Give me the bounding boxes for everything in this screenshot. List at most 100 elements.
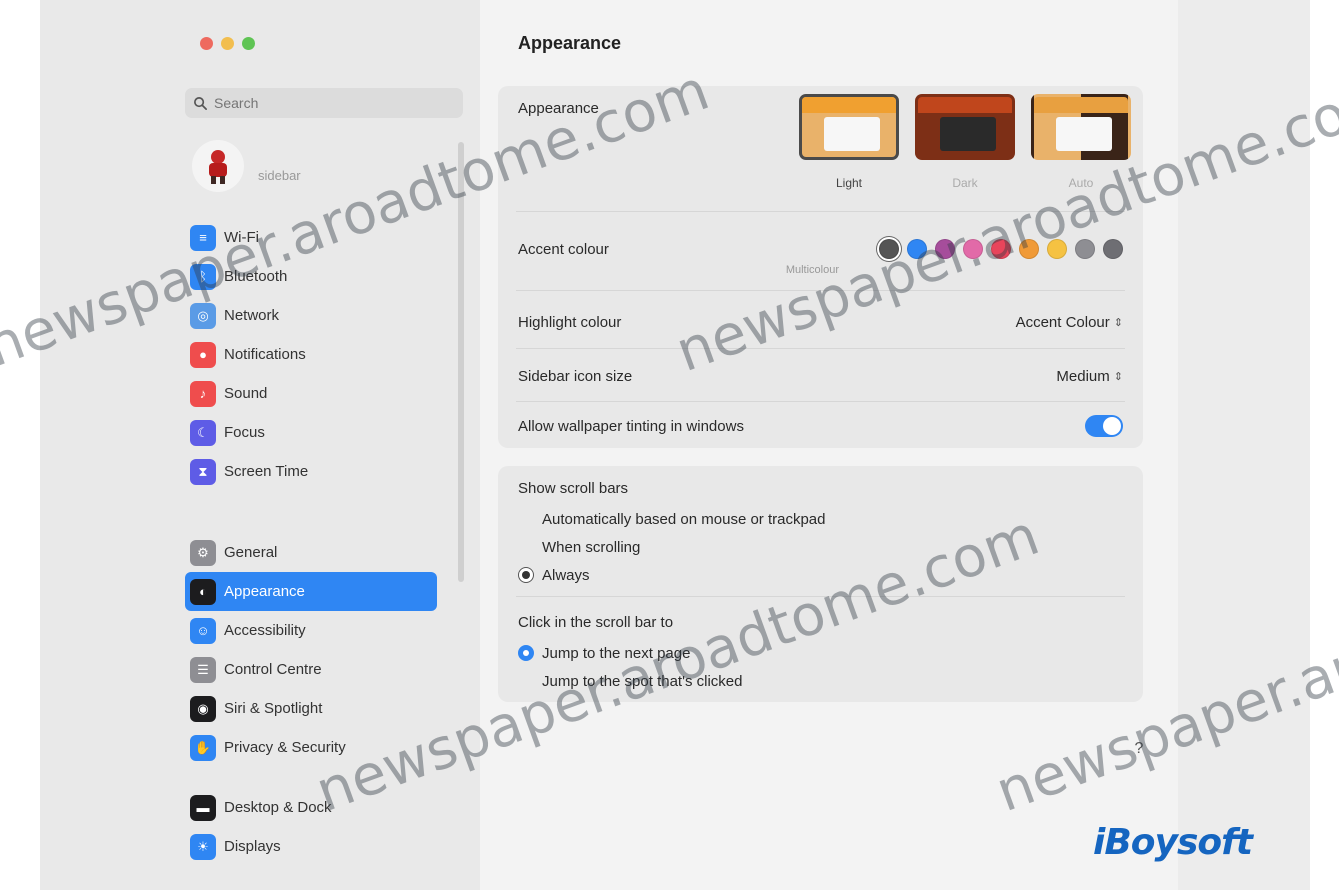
theme-thumbnail xyxy=(1031,94,1131,160)
background-left xyxy=(0,0,40,890)
scroll-bars-option[interactable]: Automatically based on mouse or trackpad xyxy=(518,505,825,533)
divider xyxy=(516,211,1125,212)
wallpaper-tinting-toggle[interactable] xyxy=(1085,415,1123,437)
sidebar-icon-size-select[interactable]: Medium ⇕ xyxy=(1056,368,1123,385)
sidebar-item-control-centre[interactable]: ☰ Control Centre xyxy=(185,650,437,689)
sidebar-group-display: ▬ Desktop & Dock ☀ Displays xyxy=(185,788,437,866)
sidebar-item-focus[interactable]: ☾ Focus xyxy=(185,413,437,452)
show-scroll-bars-group: Show scroll bars Automatically based on … xyxy=(518,480,825,589)
sidebar-item-label: Network xyxy=(224,307,280,324)
thumbnail-menubar xyxy=(1034,97,1128,113)
hand-icon: ✋ xyxy=(190,734,216,761)
sidebar-item-label: Bluetooth xyxy=(224,268,288,285)
theme-thumbnail xyxy=(799,94,899,160)
moon-icon: ☾ xyxy=(190,419,216,446)
scroll-bars-option[interactable]: When scrolling xyxy=(518,533,825,561)
radio-button[interactable] xyxy=(518,645,534,661)
page-title: Appearance xyxy=(518,33,622,53)
radio-label: Automatically based on mouse or trackpad xyxy=(542,510,826,528)
radio-button[interactable] xyxy=(518,511,534,527)
hourglass-icon: ⧗ xyxy=(190,458,216,485)
window-controls xyxy=(200,37,255,50)
click-scroll-bar-options: Jump to the next page Jump to the spot th… xyxy=(518,639,742,695)
accent-swatch[interactable] xyxy=(1019,239,1039,259)
sidebar-item-label: Wi-Fi xyxy=(224,229,259,246)
theme-thumbnail xyxy=(915,94,1015,160)
scroll-bars-option[interactable]: Always xyxy=(518,561,825,589)
sidebar-item-displays[interactable]: ☀ Displays xyxy=(185,827,437,866)
wallpaper-tinting-row: Allow wallpaper tinting in windows xyxy=(498,404,1143,448)
accent-swatch[interactable] xyxy=(935,239,955,259)
theme-label: Auto xyxy=(1068,176,1094,190)
sidebar-item-bluetooth[interactable]: ᛒ Bluetooth xyxy=(185,257,437,296)
radio-button[interactable] xyxy=(518,539,534,555)
sidebar-item-label: Screen Time xyxy=(224,463,309,480)
close-button[interactable] xyxy=(200,37,213,50)
sidebar-item-screen-time[interactable]: ⧗ Screen Time xyxy=(185,452,437,491)
highlight-colour-row: Highlight colour Accent Colour ⇕ xyxy=(498,300,1143,344)
thumbnail-menubar xyxy=(918,97,1012,113)
appearance-label: Appearance xyxy=(518,100,599,117)
sidebar-item-siri-spotlight[interactable]: ◉ Siri & Spotlight xyxy=(185,689,437,728)
sidebar-item-general[interactable]: ⚙ General xyxy=(185,533,437,572)
theme-option-light[interactable]: Light xyxy=(799,94,899,190)
network-icon: ◎ xyxy=(190,302,216,329)
sidebar-item-label: Accessibility xyxy=(224,622,306,639)
thumbnail-menubar xyxy=(802,97,896,113)
accent-swatch[interactable] xyxy=(963,239,983,259)
accent-selected-name: Multicolour xyxy=(785,264,839,276)
accent-swatch[interactable] xyxy=(1103,239,1123,259)
wallpaper-tinting-label: Allow wallpaper tinting in windows xyxy=(518,417,744,435)
iboysoft-logo: iBoysoft xyxy=(1093,822,1253,863)
accessibility-icon: ☺ xyxy=(190,617,216,644)
sidebar-item-label: Appearance xyxy=(224,583,305,600)
search-field[interactable] xyxy=(185,88,463,118)
thumbnail-window xyxy=(1056,117,1112,151)
user-name: sidebar xyxy=(258,167,301,183)
click-scroll-option[interactable]: Jump to the next page xyxy=(518,639,742,667)
search-input[interactable] xyxy=(214,95,444,111)
help-button[interactable]: ? xyxy=(1128,738,1150,760)
sidebar-scrollbar[interactable] xyxy=(458,142,464,582)
sidebar-item-wi-fi[interactable]: ≡ Wi-Fi xyxy=(185,218,437,257)
sidebar-group-connectivity: ≡ Wi-Fi ᛒ Bluetooth ◎ Network ● Notifications ♪ S… xyxy=(185,218,437,491)
scroll-settings-card: Show scroll bars Automatically based on … xyxy=(498,466,1143,702)
chevron-updown-icon: ⇕ xyxy=(1113,316,1123,329)
avatar xyxy=(192,140,244,192)
click-scroll-option[interactable]: Jump to the spot that's clicked xyxy=(518,667,742,695)
divider xyxy=(516,348,1125,349)
sidebar-item-label: Focus xyxy=(224,424,265,441)
toggle-knob xyxy=(1103,417,1121,435)
theme-option-auto[interactable]: Auto xyxy=(1031,94,1131,190)
accent-swatch[interactable] xyxy=(879,239,899,259)
sidebar-item-appearance[interactable]: ◐ Appearance xyxy=(185,572,437,611)
sidebar-item-label: Notifications xyxy=(224,346,306,363)
theme-option-dark[interactable]: Dark xyxy=(915,94,1015,190)
sidebar-item-network[interactable]: ◎ Network xyxy=(185,296,437,335)
theme-label: Light xyxy=(835,176,863,190)
sidebar-item-label: Displays xyxy=(224,838,281,855)
sidebar-item-desktop-dock[interactable]: ▬ Desktop & Dock xyxy=(185,788,437,827)
sidebar-item-accessibility[interactable]: ☺ Accessibility xyxy=(185,611,437,650)
minimize-button[interactable] xyxy=(221,37,234,50)
radio-button[interactable] xyxy=(518,567,534,583)
accent-swatch[interactable] xyxy=(1075,239,1095,259)
sidebar-item-sound[interactable]: ♪ Sound xyxy=(185,374,437,413)
highlight-colour-select[interactable]: Accent Colour ⇕ xyxy=(1016,314,1123,331)
user-account[interactable]: sidebar xyxy=(192,140,301,192)
background-right-edge xyxy=(1310,0,1339,890)
gear-icon: ⚙ xyxy=(190,539,216,566)
sidebar-item-privacy-security[interactable]: ✋ Privacy & Security xyxy=(185,728,437,767)
user-avatar-icon xyxy=(209,150,227,184)
accent-swatch[interactable] xyxy=(907,239,927,259)
accent-swatch[interactable] xyxy=(1047,239,1067,259)
accent-swatch[interactable] xyxy=(991,239,1011,259)
zoom-button[interactable] xyxy=(242,37,255,50)
wifi-icon: ≡ xyxy=(190,224,216,251)
speaker-icon: ♪ xyxy=(190,380,216,407)
sidebar-icon-size-row: Sidebar icon size Medium ⇕ xyxy=(498,354,1143,398)
radio-button[interactable] xyxy=(518,673,534,689)
sidebar-item-label: Desktop & Dock xyxy=(224,799,332,816)
sidebar-item-notifications[interactable]: ● Notifications xyxy=(185,335,437,374)
accent-colour-label: Accent colour xyxy=(518,240,609,258)
